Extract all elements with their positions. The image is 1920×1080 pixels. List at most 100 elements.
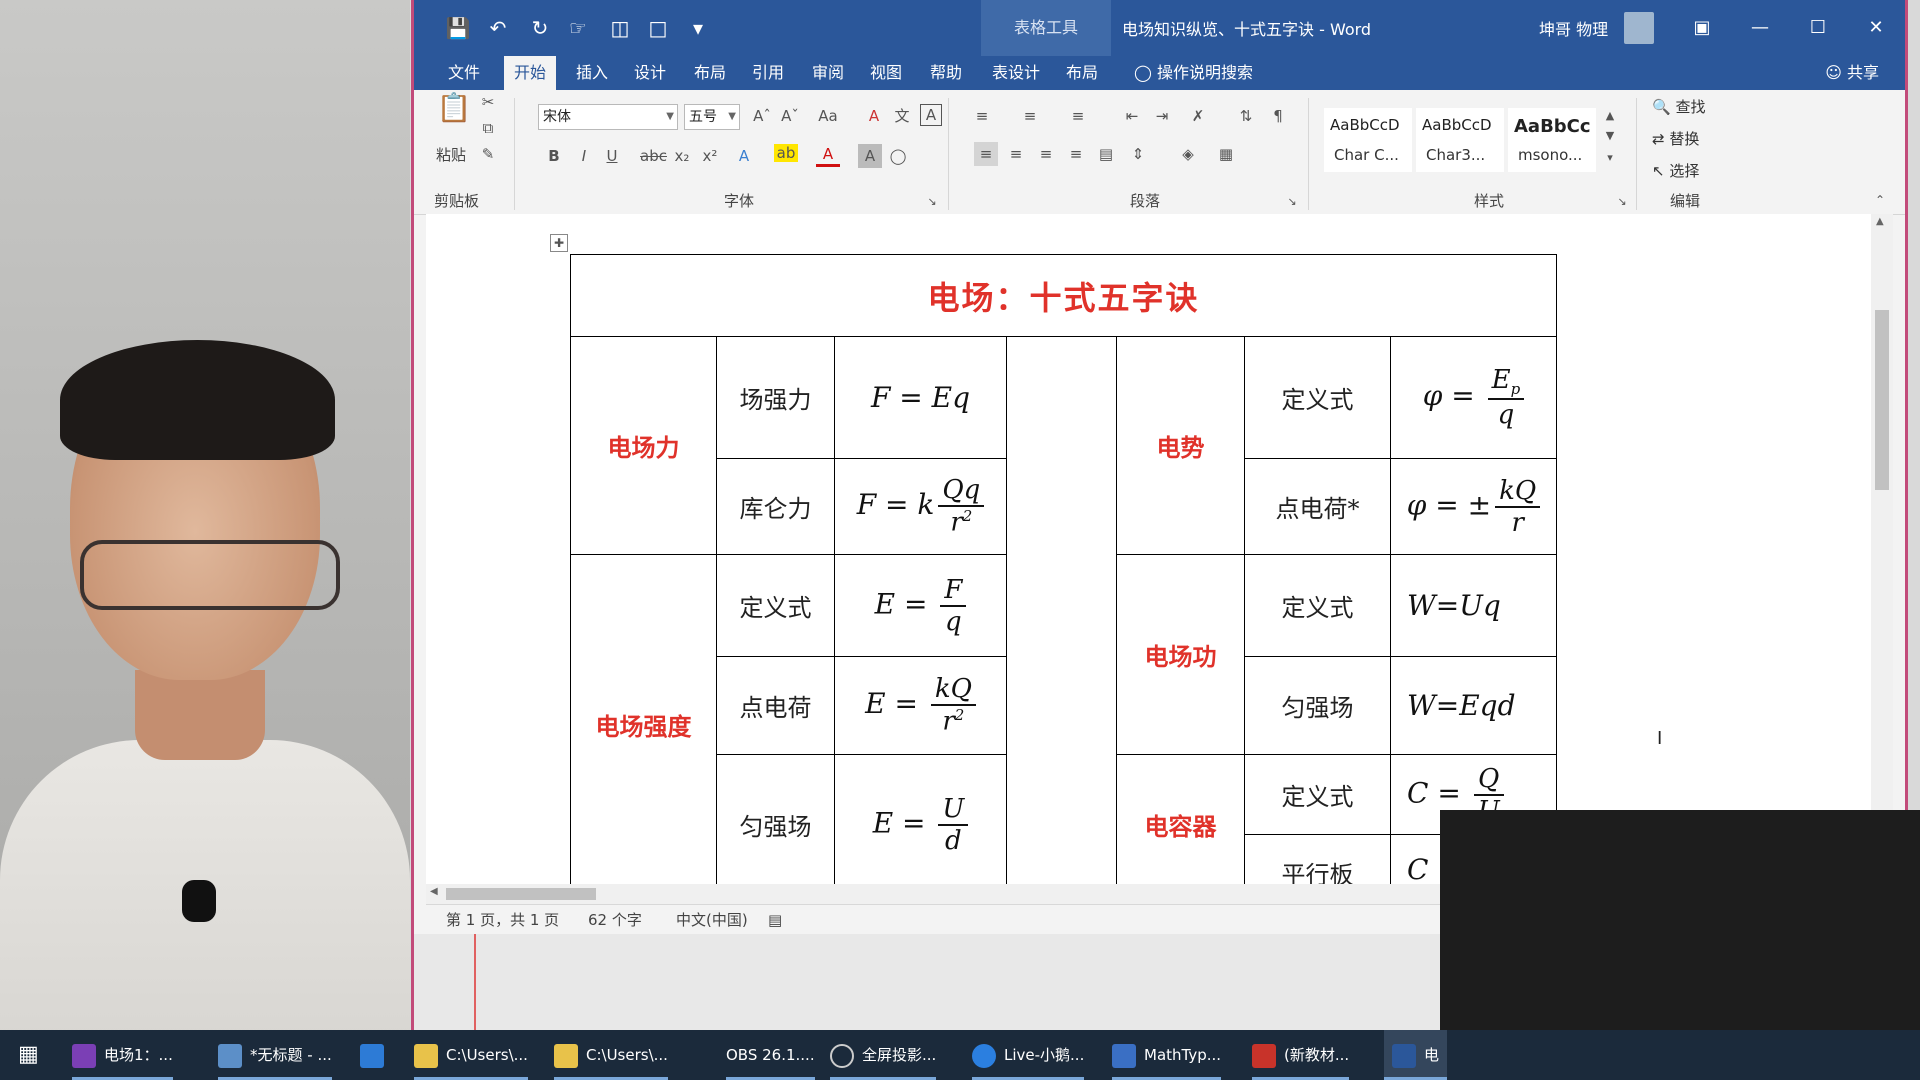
strikethrough-icon[interactable]: abc	[640, 144, 667, 168]
taskbar-item-projector[interactable]: 全屏投影...	[830, 1030, 937, 1080]
undo-icon[interactable]: ↶	[484, 14, 512, 42]
table-move-handle-icon[interactable]: ✚	[550, 234, 568, 252]
style-item[interactable]: AaBbCc msono...	[1508, 108, 1596, 172]
highlight-icon[interactable]: ab	[774, 144, 798, 162]
style-more-icon[interactable]: ▾	[1598, 146, 1622, 170]
macro-record-icon[interactable]: ▤	[768, 905, 782, 935]
vertical-scroll-thumb[interactable]	[1875, 310, 1889, 490]
char-shading-icon[interactable]: A	[858, 144, 882, 168]
paste-icon[interactable]: 📋	[434, 94, 474, 136]
word-count[interactable]: 62 个字	[588, 905, 642, 935]
print-preview-icon[interactable]: ◫	[606, 14, 634, 42]
font-color-icon[interactable]: A	[816, 144, 840, 167]
grow-font-icon[interactable]: Aˆ	[750, 104, 774, 128]
taskbar-item-obs[interactable]: OBS 26.1....	[726, 1030, 815, 1080]
taskbar-item-explorer-2[interactable]: C:\Users\...	[554, 1030, 668, 1080]
font-dialog-icon[interactable]: ↘	[920, 190, 944, 214]
select-button[interactable]: ↖ 选择	[1652, 160, 1699, 181]
enclose-char-icon[interactable]: ◯	[886, 144, 910, 168]
format-painter-icon[interactable]: ✎	[476, 142, 500, 166]
tab-file[interactable]: 文件	[444, 56, 484, 90]
tab-layout[interactable]: 布局	[690, 56, 730, 90]
borders-icon[interactable]: ▦	[1214, 142, 1238, 166]
clear-format-icon[interactable]: A	[862, 104, 886, 128]
decrease-indent-icon[interactable]: ⇤	[1120, 104, 1144, 128]
char-border-icon[interactable]: A	[920, 104, 942, 126]
scroll-up-icon[interactable]: ▲	[1876, 216, 1884, 227]
language[interactable]: 中文(中国)	[676, 905, 748, 935]
align-center-icon[interactable]: ≡	[1004, 142, 1028, 166]
avatar[interactable]	[1624, 12, 1654, 44]
change-case-icon[interactable]: Aa	[810, 104, 846, 128]
underline-icon[interactable]: U	[600, 144, 624, 168]
vertical-scrollbar[interactable]: ▲	[1871, 214, 1893, 884]
save-icon[interactable]: 💾	[444, 14, 472, 42]
numbering-icon[interactable]: ≡	[1018, 104, 1042, 128]
superscript-icon[interactable]: x²	[698, 144, 722, 168]
show-marks-icon[interactable]: ¶	[1266, 104, 1290, 128]
paste-label[interactable]: 粘贴	[436, 144, 466, 165]
justify-icon[interactable]: ≡	[1064, 142, 1088, 166]
taskbar-item-paint[interactable]: *无标题 - ...	[218, 1030, 332, 1080]
find-button[interactable]: 🔍 查找	[1652, 96, 1705, 117]
multilevel-list-icon[interactable]: ≡	[1066, 104, 1090, 128]
sort-icon[interactable]: ⇅	[1234, 104, 1258, 128]
chinese-layout-icon[interactable]: ✗	[1186, 104, 1210, 128]
replace-button[interactable]: ⇄ 替换	[1652, 128, 1699, 149]
taskbar-item-onenote[interactable]: 电场1：...	[72, 1030, 173, 1080]
paragraph-dialog-icon[interactable]: ↘	[1280, 190, 1304, 214]
font-name-select[interactable]: 宋体 ▼	[538, 104, 678, 130]
tab-insert[interactable]: 插入	[572, 56, 612, 90]
scroll-left-icon[interactable]: ◀	[430, 886, 438, 897]
bullets-icon[interactable]: ≡	[970, 104, 994, 128]
bold-icon[interactable]: B	[542, 144, 566, 168]
style-item[interactable]: AaBbCcD Char3...	[1416, 108, 1504, 172]
tab-home[interactable]: 开始	[504, 56, 557, 90]
tab-review[interactable]: 审阅	[808, 56, 848, 90]
customize-toolbar-icon[interactable]: ▾	[684, 14, 712, 42]
user-name[interactable]: 坤哥 物理	[1539, 16, 1608, 40]
tab-design[interactable]: 设计	[630, 56, 670, 90]
ribbon-display-icon[interactable]: ▣	[1682, 10, 1722, 46]
close-icon[interactable]: ✕	[1856, 10, 1896, 46]
subscript-icon[interactable]: x₂	[670, 144, 694, 168]
taskbar-item-pdf[interactable]: (新教材...	[1252, 1030, 1350, 1080]
align-right-icon[interactable]: ≡	[1034, 142, 1058, 166]
tell-me-search[interactable]: ◯ 操作说明搜索	[1134, 56, 1253, 90]
taskbar-item-word[interactable]: 电	[1384, 1030, 1448, 1080]
shading-icon[interactable]: ◈	[1176, 142, 1200, 166]
tab-table-layout[interactable]: 布局	[1062, 56, 1102, 90]
share-button[interactable]: ☺ 共享	[1825, 56, 1879, 90]
taskbar-item-app[interactable]	[360, 1030, 392, 1080]
cut-icon[interactable]: ✂	[476, 90, 500, 114]
style-scroll-down-icon[interactable]: ▼	[1598, 124, 1622, 148]
touch-mode-icon[interactable]: ☞	[564, 14, 592, 42]
tab-help[interactable]: 帮助	[926, 56, 966, 90]
phonetic-guide-icon[interactable]: 文	[890, 104, 914, 128]
minimize-icon[interactable]: —	[1740, 10, 1780, 46]
line-spacing-icon[interactable]: ⇕	[1126, 142, 1150, 166]
redo-icon[interactable]: ↻	[526, 14, 554, 42]
taskbar-item-explorer[interactable]: C:\Users\...	[414, 1030, 528, 1080]
increase-indent-icon[interactable]: ⇥	[1150, 104, 1174, 128]
windows-start-icon[interactable]: ▦	[18, 1043, 39, 1067]
distributed-icon[interactable]: ▤	[1094, 142, 1118, 166]
taskbar-item-live[interactable]: Live-小鹅...	[972, 1030, 1085, 1080]
tab-references[interactable]: 引用	[748, 56, 788, 90]
align-left-icon[interactable]: ≡	[974, 142, 998, 166]
taskbar-item-mathtype[interactable]: MathTyp...	[1112, 1030, 1222, 1080]
style-item[interactable]: AaBbCcD Char C...	[1324, 108, 1412, 172]
collapse-ribbon-icon[interactable]: ⌃	[1868, 188, 1892, 212]
shrink-font-icon[interactable]: Aˇ	[778, 104, 802, 128]
copy-icon[interactable]: ⧉	[476, 116, 500, 140]
maximize-icon[interactable]: ☐	[1798, 10, 1838, 46]
new-doc-icon[interactable]: □	[644, 14, 672, 42]
styles-dialog-icon[interactable]: ↘	[1610, 190, 1634, 214]
horizontal-scroll-thumb[interactable]	[446, 888, 596, 900]
tab-view[interactable]: 视图	[866, 56, 906, 90]
font-size-select[interactable]: 五号 ▼	[684, 104, 740, 130]
text-effects-icon[interactable]: A	[732, 144, 756, 168]
tab-table-design[interactable]: 表设计	[988, 56, 1044, 90]
page-count[interactable]: 第 1 页，共 1 页	[446, 905, 559, 935]
italic-icon[interactable]: I	[572, 144, 596, 168]
